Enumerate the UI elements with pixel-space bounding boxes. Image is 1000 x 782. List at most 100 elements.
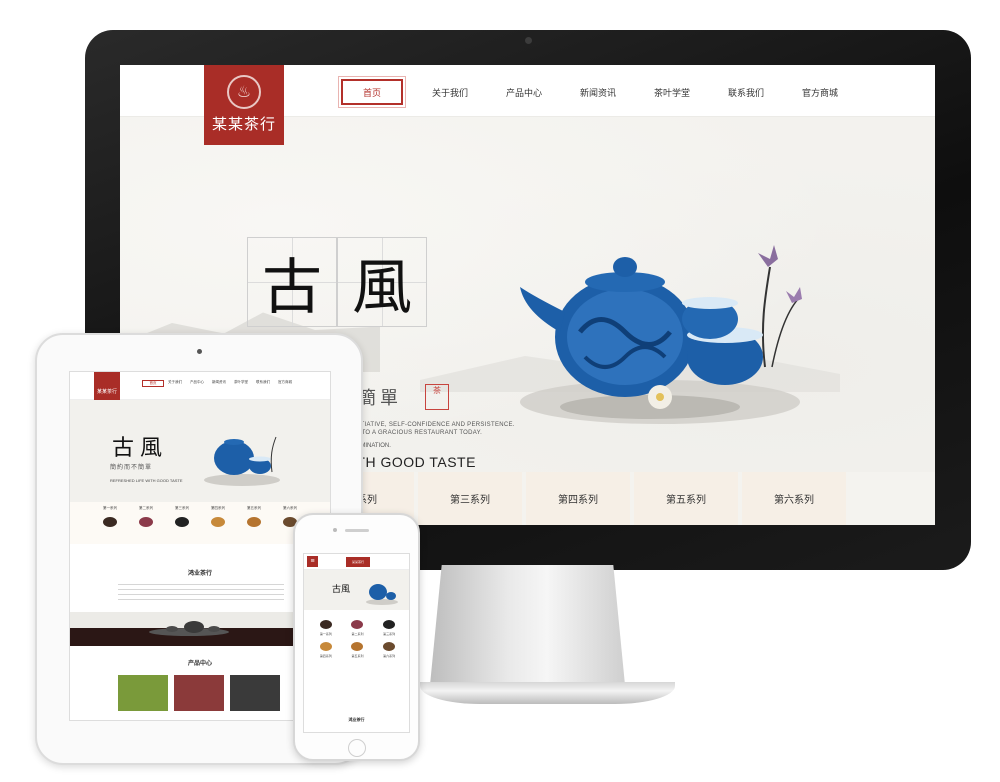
series-item[interactable]: 第二系列	[131, 506, 161, 544]
series-item[interactable]: 第四系列	[310, 642, 342, 658]
tea-thumbnail	[319, 642, 332, 651]
tea-thumbnail	[383, 620, 396, 629]
tablet-nav-item[interactable]: 茶叶学堂	[230, 380, 252, 387]
series-item[interactable]: 第六系列	[742, 472, 846, 525]
series-item[interactable]: 第四系列	[526, 472, 630, 525]
series-item[interactable]: 第三系列	[418, 472, 522, 525]
blue-porcelain-teapot-image	[204, 436, 280, 486]
product-grid	[118, 675, 280, 711]
nav-item-home[interactable]: 首页	[338, 76, 406, 108]
series-label: 第六系列	[283, 506, 297, 510]
series-item[interactable]: 第二系列	[342, 620, 374, 636]
speaker-grille	[345, 529, 369, 532]
tea-thumbnail	[319, 620, 332, 629]
series-label: 第三系列	[383, 632, 396, 636]
home-button[interactable]	[348, 739, 366, 757]
hero-english-text: REFRESHED LIFE WITH GOOD TASTE	[110, 478, 183, 483]
main-nav: 首页 关于我们 产品中心 新闻资讯 茶叶学堂 联系我们 官方商城	[338, 76, 859, 108]
section-title: 产品中心	[187, 661, 212, 667]
phone-device: ≡ 某某茶行 古風 第一系列 第二系列 第三系列 第四系列 第五系列 第六系列 …	[293, 513, 420, 761]
series-item[interactable]: 第四系列	[203, 506, 233, 544]
tea-thumbnail	[351, 642, 364, 651]
series-label: 第一系列	[319, 632, 332, 636]
nav-item-about[interactable]: 关于我们	[415, 79, 485, 105]
hero-glyph: 風	[140, 436, 163, 461]
tea-thumbnail	[247, 517, 261, 527]
series-label: 第六系列	[383, 654, 396, 658]
tea-thumbnail	[139, 517, 153, 527]
site-logo[interactable]: ♨ 某某茶行	[204, 65, 284, 145]
phone-screen: ≡ 某某茶行 古風 第一系列 第二系列 第三系列 第四系列 第五系列 第六系列 …	[303, 553, 410, 733]
hero-glyph: 古	[112, 436, 135, 461]
nav-item-shop[interactable]: 官方商城	[785, 79, 855, 105]
site-header: ♨ 某某茶行 首页 关于我们 产品中心 新闻资讯 茶叶学堂 联系我们 官方商城	[120, 65, 935, 145]
series-label: 第二系列	[351, 632, 364, 636]
series-label: 第二系列	[139, 506, 153, 510]
nav-item-tea-school[interactable]: 茶叶学堂	[637, 79, 707, 105]
hero-glyph: 風	[337, 237, 427, 327]
series-label: 第四系列	[319, 654, 332, 658]
tablet-nav-item[interactable]: 关于我们	[164, 380, 186, 387]
hero-english-text: INITIATIVE, SELF-CONFIDENCE AND PERSISTE…	[352, 422, 515, 428]
tea-thumbnail	[351, 620, 364, 629]
blue-porcelain-teapot-image	[520, 245, 802, 424]
tablet-nav-item[interactable]: 联系我们	[252, 380, 274, 387]
tablet-nav-item[interactable]: 官方商城	[274, 380, 296, 387]
hero-slogan: ITH GOOD TASTE	[352, 454, 476, 470]
product-image[interactable]	[230, 675, 280, 711]
blue-porcelain-teapot-image	[366, 584, 398, 605]
series-item[interactable]: 第三系列	[373, 620, 405, 636]
monitor-stand-base	[420, 682, 675, 704]
monitor-stand	[430, 565, 625, 685]
hero-subtitle: 簡約而不簡單	[110, 464, 153, 471]
series-item[interactable]: 第五系列	[239, 506, 269, 544]
series-item[interactable]: 第五系列	[342, 642, 374, 658]
tablet-header: 某某茶行 首页 关于我们 产品中心 新闻资讯 茶叶学堂 联系我们 官方商城	[70, 372, 330, 400]
menu-icon[interactable]: ≡	[307, 556, 318, 567]
series-label: 第三系列	[175, 506, 189, 510]
tea-thumbnail	[103, 517, 117, 527]
hero-subtitle: 簡單	[358, 388, 402, 409]
series-item[interactable]: 第一系列	[95, 506, 125, 544]
series-label: 第一系列	[103, 506, 117, 510]
nav-item-news[interactable]: 新闻资讯	[563, 79, 633, 105]
tea-thumbnail	[383, 642, 396, 651]
hero-glyph: 古風	[332, 585, 351, 595]
nav-item-products[interactable]: 产品中心	[489, 79, 559, 105]
tablet-series: 第一系列 第二系列 第三系列 第四系列 第五系列 第六系列	[70, 502, 330, 544]
section-title: 鸿业茶行	[187, 571, 212, 577]
red-seal-stamp: 茶	[425, 384, 449, 410]
product-image[interactable]	[174, 675, 224, 711]
teapot-emblem-icon: ♨	[227, 75, 261, 109]
tablet-nav-item[interactable]: 新闻资讯	[208, 380, 230, 387]
camera-icon	[197, 349, 202, 354]
phone-header: ≡ 某某茶行	[304, 554, 409, 570]
series-label: 第五系列	[247, 506, 261, 510]
camera-icon	[525, 37, 532, 44]
product-image[interactable]	[118, 675, 168, 711]
series-label: 第五系列	[351, 654, 364, 658]
series-item[interactable]: 第三系列	[167, 506, 197, 544]
hero-english-text: AT TO A GRACIOUS RESTAURANT TODAY.	[352, 430, 483, 436]
logo-text: 某某茶行	[211, 115, 276, 133]
camera-icon	[333, 528, 337, 532]
series-item[interactable]: 第一系列	[310, 620, 342, 636]
tablet-logo[interactable]: 某某茶行	[94, 372, 120, 400]
series-label: 第四系列	[211, 506, 225, 510]
phone-series-grid: 第一系列 第二系列 第三系列 第四系列 第五系列 第六系列	[310, 620, 405, 658]
about-paragraph	[118, 584, 284, 604]
series-item[interactable]: 第五系列	[634, 472, 738, 525]
tablet-screen: 某某茶行 首页 关于我们 产品中心 新闻资讯 茶叶学堂 联系我们 官方商城 古 …	[69, 371, 331, 721]
tea-set-image	[149, 621, 229, 636]
section-title: 鸿业茶行	[348, 717, 365, 722]
tablet-hero: 古 風 簡約而不簡單 REFRESHED LIFE WITH GOOD TAST…	[70, 400, 330, 502]
tea-thumbnail	[211, 517, 225, 527]
phone-logo[interactable]: 某某茶行	[346, 557, 370, 567]
tablet-nav: 首页 关于我们 产品中心 新闻资讯 茶叶学堂 联系我们 官方商城	[142, 380, 296, 387]
tea-thumbnail	[175, 517, 189, 527]
tablet-nav-item[interactable]: 产品中心	[186, 380, 208, 387]
nav-item-contact[interactable]: 联系我们	[711, 79, 781, 105]
hero-glyph: 古	[247, 237, 337, 327]
series-item[interactable]: 第六系列	[373, 642, 405, 658]
tablet-nav-item[interactable]: 首页	[142, 380, 164, 387]
